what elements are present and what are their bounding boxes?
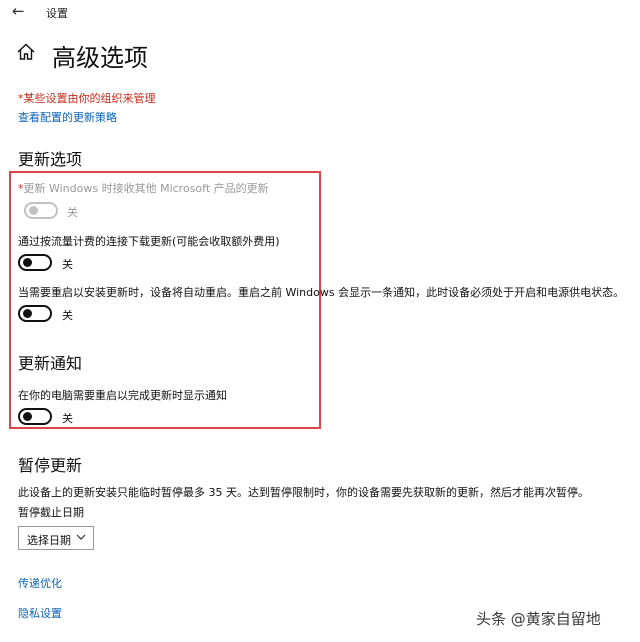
pause-date-select-value: 选择日期 — [27, 534, 71, 547]
option-label-metered-download: 通过按流量计费的连接下载更新(可能会收取额外费用) — [18, 235, 280, 248]
toggle-state-label: 关 — [62, 309, 73, 322]
toggle-auto-restart[interactable] — [18, 305, 52, 322]
chevron-down-icon — [76, 534, 86, 540]
delivery-optimization-link[interactable]: 传递优化 — [18, 575, 62, 591]
toggle-state-label: 关 — [62, 258, 73, 271]
pause-updates-heading: 暂停更新 — [18, 456, 83, 475]
view-policies-link[interactable]: 查看配置的更新策略 — [18, 109, 117, 125]
toggle-knob — [23, 412, 32, 421]
toggle-state-label: 关 — [62, 412, 73, 425]
arrow-left-icon: ← — [12, 2, 25, 20]
update-options-heading: 更新选项 — [18, 150, 83, 169]
pause-date-select[interactable]: 选择日期 — [18, 526, 94, 550]
watermark: 头条 @黄家自留地 — [476, 610, 601, 628]
pause-until-label: 暂停截止日期 — [18, 506, 84, 519]
update-notifications-heading: 更新通知 — [18, 354, 83, 373]
back-button[interactable]: ← — [12, 2, 25, 20]
toggle-other-products[interactable] — [24, 202, 58, 219]
pause-updates-description: 此设备上的更新安装只能临时暂停最多 35 天。达到暂停限制时，你的设备需要先获取… — [18, 486, 589, 499]
toggle-metered-download[interactable] — [18, 254, 52, 271]
toggle-knob — [23, 309, 32, 318]
toggle-knob — [29, 206, 38, 215]
home-icon — [17, 43, 35, 60]
managed-by-org-notice: *某些设置由你的组织来管理 — [18, 92, 156, 105]
page-title: 高级选项 — [52, 44, 148, 72]
option-label-other-products: *更新 Windows 时接收其他 Microsoft 产品的更新 — [18, 182, 269, 195]
toggle-state-label: 关 — [67, 206, 78, 219]
option-label-restart-notification: 在你的电脑需要重启以完成更新时显示通知 — [18, 389, 227, 402]
option-label-auto-restart: 当需要重启以安装更新时，设备将自动重启。重启之前 Windows 会显示一条通知… — [18, 286, 625, 299]
toggle-knob — [23, 258, 32, 267]
toggle-restart-notification[interactable] — [18, 408, 52, 425]
privacy-settings-link[interactable]: 隐私设置 — [18, 605, 62, 621]
window-title: 设置 — [46, 7, 68, 20]
